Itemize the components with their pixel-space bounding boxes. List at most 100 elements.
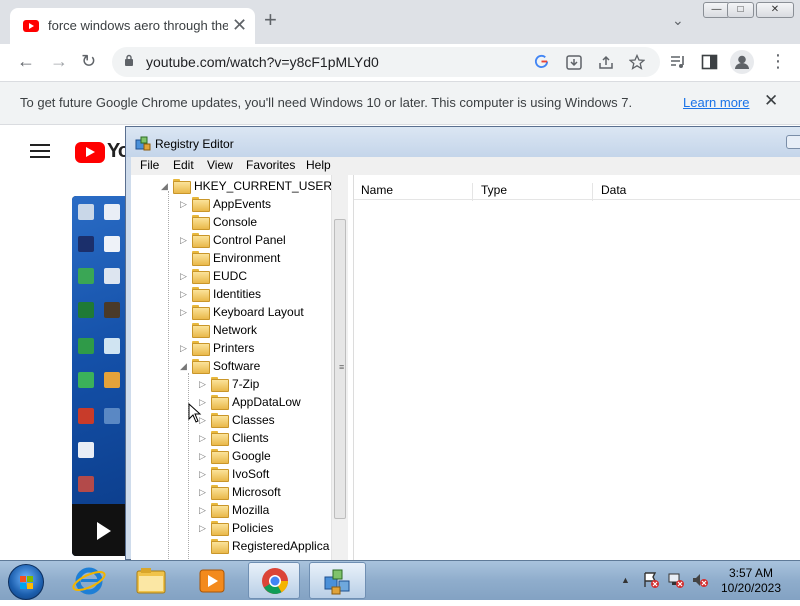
expand-arrow-icon[interactable]: ▷ [199, 451, 209, 462]
infobar-close-icon[interactable]: ✕ [764, 91, 778, 111]
windows-taskbar: ▲ 3:57 AM 10/20/2023 [0, 560, 800, 600]
menu-favorites[interactable]: Favorites [246, 158, 295, 172]
tree-guide-line [168, 191, 169, 561]
forward-button[interactable]: → [50, 50, 68, 72]
expand-arrow-icon[interactable]: ▷ [199, 469, 209, 480]
registry-editor-titlebar[interactable]: Registry Editor [126, 127, 800, 157]
lock-icon[interactable] [124, 54, 134, 66]
folder-icon [211, 539, 229, 554]
maximize-button[interactable]: □ [727, 2, 754, 18]
tree-node-label: Environment [213, 251, 281, 265]
list-header: Name Type Data [354, 178, 800, 201]
taskbar-clock[interactable]: 3:57 AM 10/20/2023 [716, 566, 786, 596]
column-divider[interactable] [592, 183, 593, 201]
reload-button[interactable]: ↻ [81, 50, 96, 72]
play-icon[interactable] [97, 522, 111, 540]
google-lens-icon[interactable] [534, 54, 549, 69]
folder-icon [211, 521, 229, 536]
folder-icon [192, 197, 210, 212]
app-icon [104, 408, 120, 424]
registry-values-list: Name Type Data [353, 175, 800, 561]
folder-icon [192, 305, 210, 320]
collapse-arrow-icon[interactable]: ◢ [180, 361, 190, 372]
folder-icon [192, 269, 210, 284]
folder-library-icon [136, 568, 166, 594]
tab-search-icon[interactable]: ⌄ [672, 12, 684, 29]
youtube-logo-icon[interactable] [75, 142, 105, 163]
column-header-type[interactable]: Type [481, 183, 507, 197]
folder-icon [192, 323, 210, 338]
expand-arrow-icon[interactable]: ▷ [199, 487, 209, 498]
tree-node-label: Clients [232, 431, 269, 445]
expand-arrow-icon[interactable]: ▷ [180, 307, 190, 318]
taskbar-chrome[interactable] [248, 562, 300, 599]
share-icon[interactable] [598, 55, 614, 70]
expand-arrow-icon[interactable]: ▷ [199, 523, 209, 534]
expand-arrow-icon[interactable]: ▷ [180, 271, 190, 282]
start-button[interactable] [8, 564, 44, 600]
expand-arrow-icon[interactable]: ▷ [180, 235, 190, 246]
volume-muted-icon[interactable] [691, 571, 709, 589]
folder-icon [173, 179, 191, 194]
tray-overflow-arrow[interactable]: ▲ [621, 575, 630, 585]
minimize-button[interactable]: — [703, 2, 730, 18]
regedit-minimize-button[interactable] [786, 135, 800, 149]
tree-guide-line [188, 373, 189, 561]
back-button[interactable]: ← [17, 50, 35, 72]
tree-node-label: Microsoft [232, 485, 281, 499]
expand-arrow-icon[interactable]: ▷ [199, 505, 209, 516]
menu-view[interactable]: View [207, 158, 233, 172]
menu-edit[interactable]: Edit [173, 158, 194, 172]
close-window-button[interactable]: ✕ [756, 2, 794, 18]
folder-icon [192, 287, 210, 302]
address-bar[interactable]: youtube.com/watch?v=y8cF1pMLYd0 [112, 47, 660, 77]
action-center-flag-icon[interactable] [642, 571, 660, 589]
new-tab-button[interactable]: + [264, 9, 277, 31]
taskbar-file-explorer[interactable] [125, 562, 177, 599]
hamburger-menu-icon[interactable] [30, 144, 50, 158]
column-header-name[interactable]: Name [361, 183, 393, 197]
infobar-message: To get future Google Chrome updates, you… [20, 95, 633, 110]
browser-toolbar: ← → ↻ youtube.com/watch?v=y8cF1pMLYd0 ⋮ [0, 44, 800, 80]
network-icon[interactable] [667, 571, 685, 589]
learn-more-link[interactable]: Learn more [683, 95, 749, 110]
expand-arrow-icon[interactable]: ▷ [180, 343, 190, 354]
registry-editor-title: Registry Editor [155, 137, 234, 151]
expand-arrow-icon[interactable]: ▷ [180, 289, 190, 300]
filezilla-icon [78, 408, 94, 424]
tree-node-label: Policies [232, 521, 274, 535]
tree-node-label: AppEvents [213, 197, 272, 211]
menu-file[interactable]: File [140, 158, 159, 172]
tree-node-label: Network [213, 323, 258, 337]
chrome-menu-button[interactable]: ⋮ [769, 50, 787, 72]
folder-icon [211, 503, 229, 518]
column-header-data[interactable]: Data [601, 183, 626, 197]
tab-close-icon[interactable]: ✕ [232, 15, 247, 36]
profile-avatar[interactable] [730, 50, 754, 74]
taskbar-internet-explorer[interactable] [63, 562, 115, 599]
expand-arrow-icon[interactable]: ▷ [199, 379, 209, 390]
url-text[interactable]: youtube.com/watch?v=y8cF1pMLYd0 [146, 54, 379, 70]
collapse-arrow-icon[interactable]: ◢ [161, 181, 171, 192]
folder-icon [211, 485, 229, 500]
expand-arrow-icon[interactable]: ▷ [180, 199, 190, 210]
recycle-bin-icon [78, 204, 94, 220]
video-player[interactable] [72, 196, 127, 556]
tree-node-label: Console [213, 215, 258, 229]
document-icon [104, 204, 120, 220]
regedit-menubar: File Edit View Favorites Help [131, 157, 800, 175]
taskbar-media-player[interactable] [186, 562, 238, 599]
expand-arrow-icon[interactable]: ▷ [199, 433, 209, 444]
column-divider[interactable] [472, 183, 473, 201]
media-control-icon[interactable] [669, 54, 687, 70]
app-icon [78, 268, 94, 284]
menu-help[interactable]: Help [306, 158, 331, 172]
clock-date: 10/20/2023 [720, 581, 782, 595]
bookmark-star-icon[interactable] [629, 54, 645, 70]
browser-tab[interactable]: force windows aero through the ✕ [10, 8, 255, 44]
install-app-icon[interactable] [566, 55, 582, 70]
windows-logo-icon [20, 576, 33, 589]
side-panel-icon[interactable] [701, 54, 718, 70]
app-icon [104, 338, 120, 354]
taskbar-registry-editor[interactable] [309, 562, 366, 599]
